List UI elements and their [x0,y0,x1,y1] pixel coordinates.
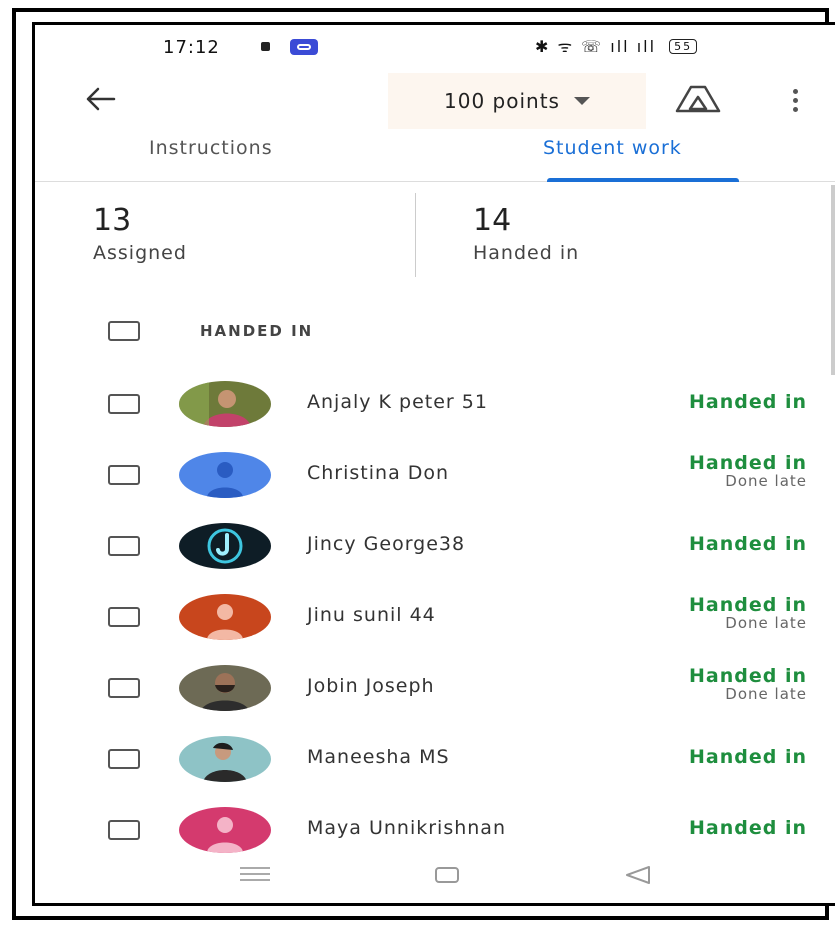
status-label: Handed in [689,746,807,768]
assigned-count: 13 [93,203,132,238]
avatar [179,807,271,853]
tab-bar: Instructions Student work [35,129,835,182]
points-label: 100 points [444,89,560,113]
student-checkbox[interactable] [108,607,140,627]
section-header: HANDED IN [35,317,835,347]
student-checkbox[interactable] [108,536,140,556]
arrow-back-icon[interactable] [77,79,123,125]
section-label: HANDED IN [200,322,314,340]
status-label: Handed in [689,665,807,687]
list-item[interactable]: Maya Unnikrishnan Handed in [35,795,835,865]
student-name: Jinu sunil 44 [307,604,436,626]
points-dropdown[interactable]: 100 points [388,73,646,129]
student-checkbox[interactable] [108,820,140,840]
list-item[interactable]: Jinu sunil 44 Handed in Done late [35,582,835,652]
assigned-stat[interactable]: 13 Assigned [93,203,187,264]
phone-screen: 17:12 ✱ ᯤ ☏ ıll ıll 55 100 points Instru… [32,22,835,906]
stat-divider [415,193,416,277]
student-name: Jobin Joseph [307,675,435,697]
lock-icon [261,42,270,51]
submission-status: Handed in [689,817,807,839]
list-item[interactable]: Jincy George38 Handed in [35,511,835,581]
submission-status: Handed in [689,391,807,413]
back-triangle-icon[interactable] [623,863,653,887]
student-name: Maya Unnikrishnan [307,817,506,839]
stats-panel: 13 Assigned 14 Handed in [35,183,835,283]
status-icons: ✱ ᯤ ☏ ıll ıll 55 [535,35,698,57]
assigned-label: Assigned [93,242,187,264]
more-vert-icon[interactable] [780,81,810,121]
status-note: Done late [725,614,807,632]
status-time: 17:12 [163,37,220,58]
status-label: Handed in [689,594,807,616]
submission-status: Handed in [689,746,807,768]
student-name: Christina Don [307,462,450,484]
submission-status: Handed in Done late [689,594,807,632]
student-name: Maneesha MS [307,746,450,768]
handed-in-count: 14 [473,203,512,238]
list-item[interactable]: Maneesha MS Handed in [35,724,835,794]
avatar [179,523,271,569]
tab-student-work[interactable]: Student work [543,137,682,159]
avatar [179,594,271,640]
avatar [179,665,271,711]
submission-status: Handed in Done late [689,665,807,703]
battery-icon: 55 [669,39,698,54]
student-checkbox[interactable] [108,749,140,769]
avatar [179,736,271,782]
list-item[interactable]: Christina Don Handed in Done late [35,440,835,510]
status-note: Done late [725,685,807,703]
student-checkbox[interactable] [108,465,140,485]
status-label: Handed in [689,817,807,839]
recents-icon[interactable] [240,865,270,883]
status-label: Handed in [689,533,807,555]
home-icon[interactable] [435,867,459,883]
avatar [179,381,271,427]
handed-in-stat[interactable]: 14 Handed in [473,203,579,264]
chevron-down-icon [573,97,590,105]
list-item[interactable]: Anjaly K peter 51 Handed in [35,369,835,439]
active-tab-indicator [547,178,739,182]
tab-instructions[interactable]: Instructions [149,137,273,159]
submission-status: Handed in [689,533,807,555]
signal-icons: ✱ ᯤ ☏ ıll ıll [535,37,657,56]
avatar [179,452,271,498]
app-notification-icon [290,39,318,55]
student-checkbox[interactable] [108,678,140,698]
status-bar: 17:12 ✱ ᯤ ☏ ıll ıll 55 [35,25,835,75]
student-name: Anjaly K peter 51 [307,391,488,413]
student-name: Jincy George38 [307,533,466,555]
select-all-checkbox[interactable] [108,321,140,341]
system-nav-bar [35,857,835,903]
status-note: Done late [725,472,807,490]
student-checkbox[interactable] [108,394,140,414]
drive-icon[interactable] [673,83,723,119]
status-label: Handed in [689,391,807,413]
list-item[interactable]: Jobin Joseph Handed in Done late [35,653,835,723]
handed-in-label: Handed in [473,242,580,264]
submission-status: Handed in Done late [689,452,807,490]
status-label: Handed in [689,452,807,474]
